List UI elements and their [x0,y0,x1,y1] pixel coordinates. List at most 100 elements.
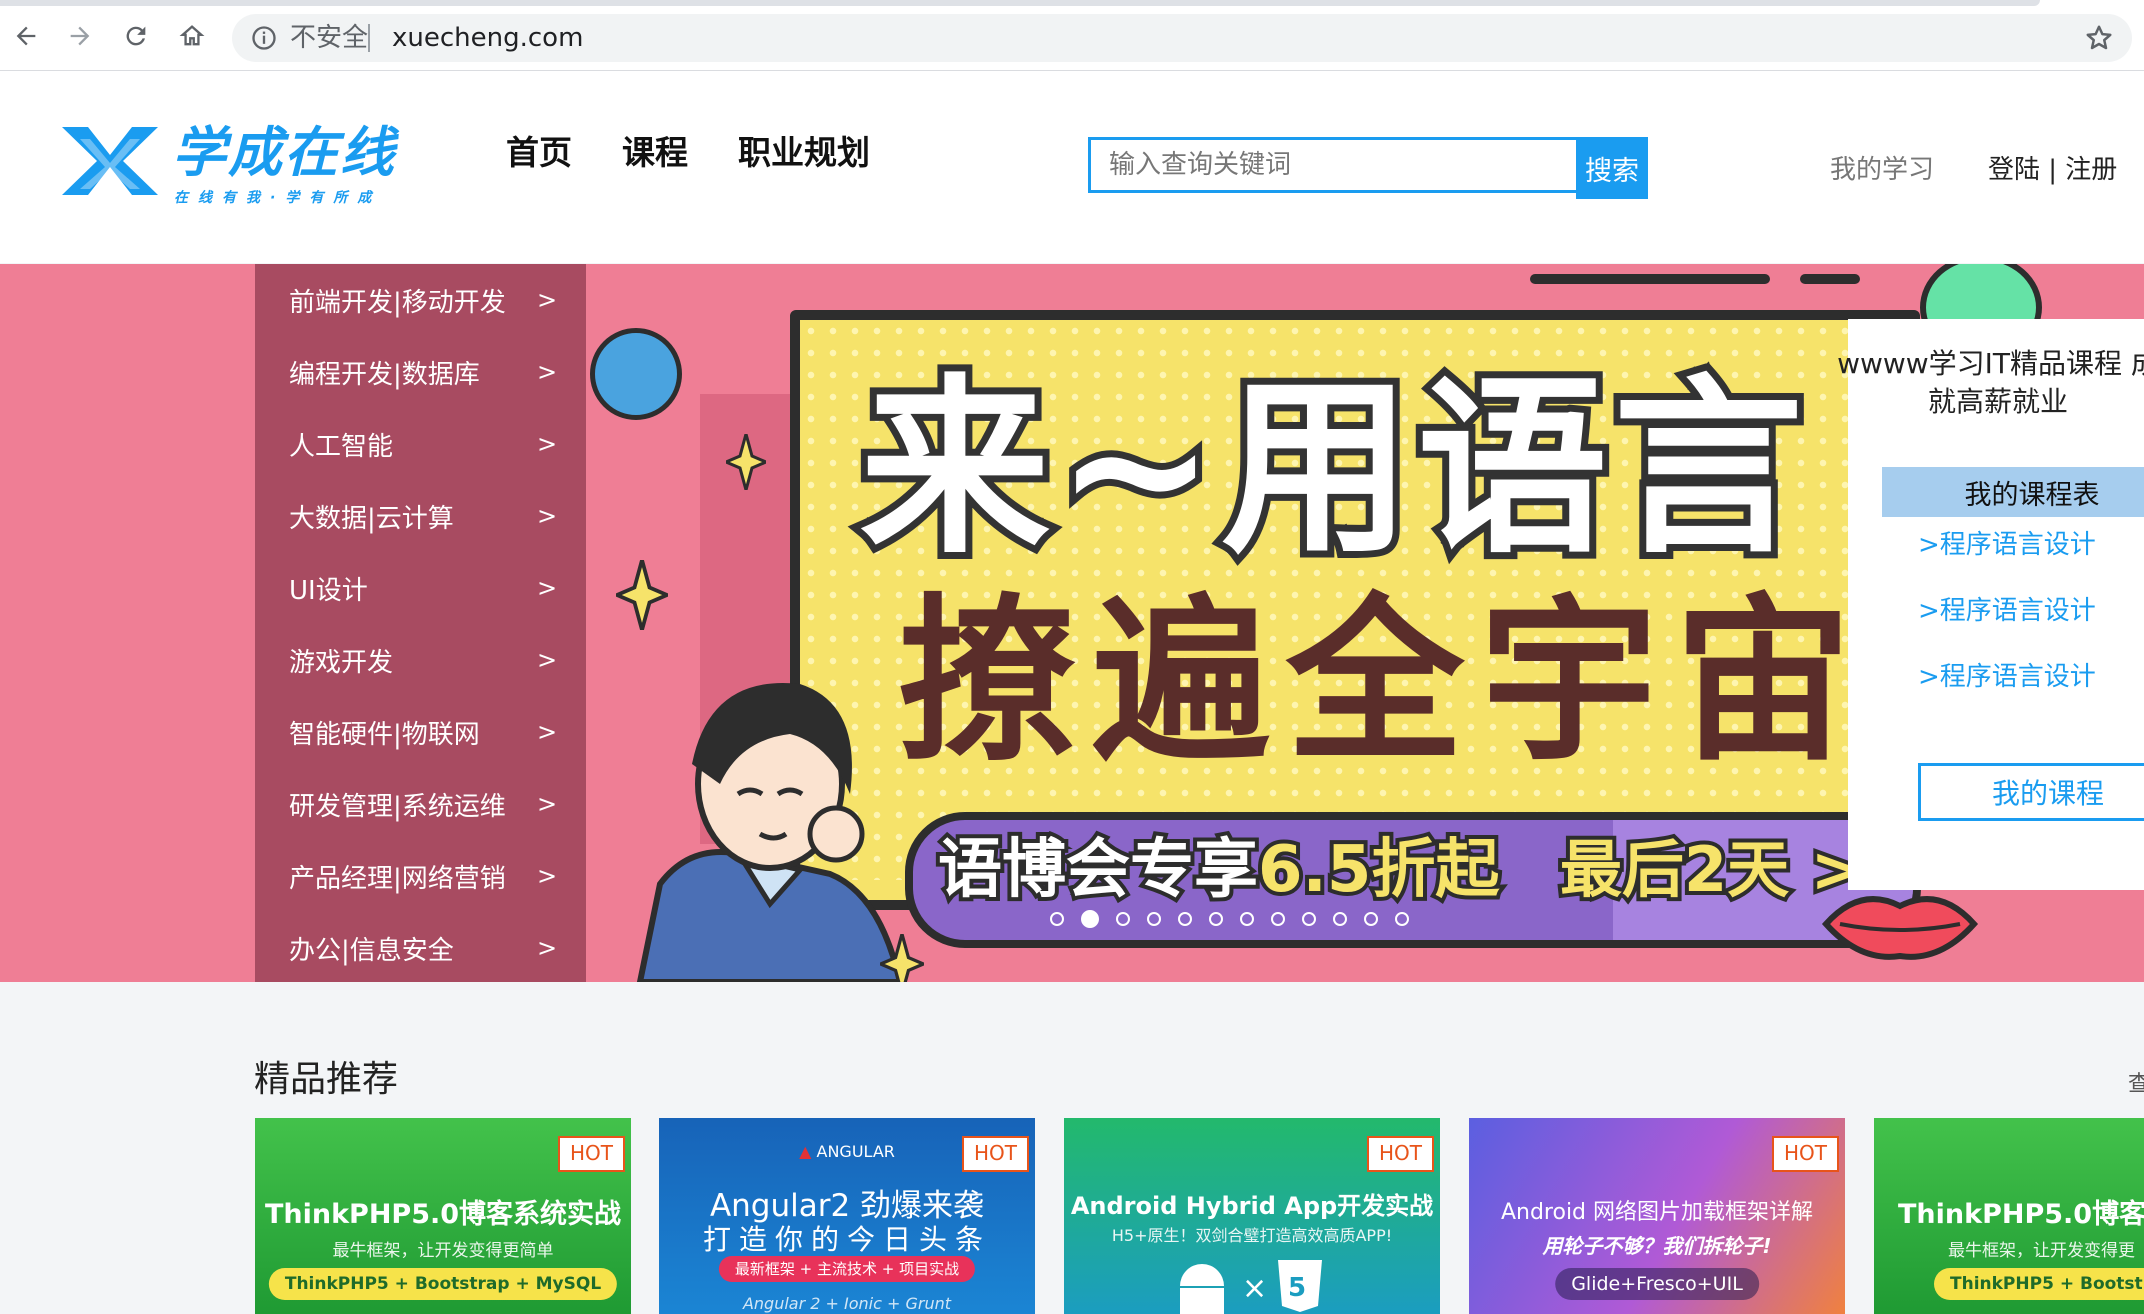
my-study-link[interactable]: 我的学习 [1830,149,1934,186]
course-card[interactable]: HOT Android Hybrid App开发实战 H5+原生！双剑合璧打造高… [1064,1118,1440,1314]
back-button[interactable] [8,18,44,54]
cartoon-character-illustration [636,683,904,982]
category-item[interactable]: 办公|信息安全 > [255,912,586,984]
carousel-dot[interactable] [1178,912,1192,926]
carousel-indicators [1050,910,1409,928]
view-more-link[interactable]: 查 [2128,1066,2144,1098]
user-side-card: wwww学习IT精品课程 成就高薪就业 我的课程表 >程序语言设计 >程序语言设… [1837,319,2144,890]
course-link[interactable]: >程序语言设计 [1918,525,2096,591]
carousel-dot[interactable] [1333,912,1347,926]
chevron-right-icon: > [537,574,558,602]
carousel-dot[interactable] [1209,912,1223,926]
address-bar[interactable]: 不安全 xuecheng.com [232,14,2132,62]
card-subtitle: H5+原生！双剑合璧打造高效高质APP! [1111,1226,1393,1245]
nav-home[interactable]: 首页 [506,133,572,173]
chevron-right-icon: > [537,646,558,674]
logo-title: 学成在线 [172,121,396,184]
hot-badge: HOT [1772,1136,1839,1172]
section-title: 精品推荐 [254,1059,399,1100]
carousel-dot[interactable] [1302,912,1316,926]
course-card[interactable]: HOT ThinkPHP5.0博客系统实战 最牛框架，让开发变得更简单 Thin… [255,1118,631,1314]
category-item[interactable]: UI设计 > [255,552,586,624]
angular-logo-icon: ▲ [799,1142,812,1161]
decor-bubble [590,328,682,420]
info-icon[interactable] [250,24,278,52]
nav-career[interactable]: 职业规划 [738,133,870,173]
carousel-dot[interactable] [1240,912,1254,926]
carousel-dot[interactable] [1050,912,1064,926]
card-brand: ▲ ANGULAR [659,1142,1035,1161]
login-register-link[interactable]: 登陆 | 注册 [1988,149,2117,186]
url-text[interactable]: xuecheng.com [392,22,583,54]
search-box [1088,137,1648,199]
chevron-right-icon: > [537,430,558,458]
carousel-dot[interactable] [1081,910,1099,928]
card-tech-pill: ThinkPHP5 + Bootstrap + M [1934,1268,2144,1300]
carousel-dot[interactable] [1147,912,1161,926]
card-tech-pill: ThinkPHP5 + Bootstrap + MySQL [268,1268,618,1300]
side-slogan: wwww学习IT精品课程 成就高薪就业 [1837,347,2144,418]
course-card[interactable]: ThinkPHP5.0博客系 最牛框架，让开发变得更 ThinkPHP5 + B… [1874,1118,2144,1314]
search-button[interactable]: 搜索 [1576,137,1648,199]
card-brand-label: ANGULAR [816,1142,895,1161]
carousel-dot[interactable] [1364,912,1378,926]
site-header: 学成在线 在线有我·学有所成 首页 课程 职业规划 我的学习 登陆 | 注册 [0,71,2144,263]
category-item[interactable]: 智能硬件|物联网 > [255,696,586,768]
security-label[interactable]: 不安全 [290,22,368,54]
category-item[interactable]: 研发管理|系统运维 > [255,768,586,840]
nav-courses[interactable]: 课程 [622,133,688,173]
card-subtitle: 最牛框架，让开发变得更 [1948,1241,2135,1261]
category-menu: 前端开发|移动开发 > 编程开发|数据库 > 人工智能 > 大数据|云计算 > UI设计… [255,264,586,982]
card-subtitle: 最牛框架，让开发变得更简单 [332,1241,554,1261]
category-label: 大数据|云计算 [289,503,454,534]
carousel-dot[interactable] [1395,912,1409,926]
card-title: Android 网络图片加载框架详解 [1500,1200,1814,1225]
category-label: 研发管理|系统运维 [289,791,506,822]
category-item[interactable]: 游戏开发 > [255,624,586,696]
home-icon [179,25,205,46]
course-card[interactable]: HOT ▲ ANGULAR Angular2 劲爆来袭 打造你的今日头条 最新框… [659,1118,1035,1314]
schedule-title: 我的课程表 [1882,467,2144,517]
category-item[interactable]: 编程开发|数据库 > [255,336,586,408]
course-link[interactable]: >程序语言设计 [1918,591,2096,657]
site-logo[interactable]: 学成在线 在线有我·学有所成 [56,121,406,213]
reload-icon [126,26,146,46]
category-item[interactable]: 人工智能 > [255,408,586,480]
banner-headline-1: 来~用语言 [853,357,1810,581]
hot-badge: HOT [558,1136,625,1172]
category-label: 编程开发|数据库 [289,359,480,390]
promo-text: 语博会专享6.5折起 [934,829,1503,911]
card-tech-pill: Glide+Fresco+UIL [1555,1268,1759,1300]
address-separator [368,24,370,52]
card-footer: Angular 2 + Ionic + Grunt [742,1294,952,1313]
logo-x-icon [62,127,158,195]
category-item[interactable]: 产品经理|网络营销 > [255,840,586,912]
chevron-right-icon: > [537,358,558,386]
tab-strip [0,0,2040,6]
category-item[interactable]: 前端开发|移动开发 > [255,264,586,336]
forward-button[interactable] [62,18,98,54]
category-label: 前端开发|移动开发 [289,287,506,318]
course-link[interactable]: >程序语言设计 [1918,657,2096,723]
bookmark-star-icon[interactable] [2084,23,2114,53]
main-nav: 首页 课程 职业规划 [506,133,870,173]
promo-cta[interactable]: 最后2天 > [1556,829,1867,910]
chevron-right-icon: > [537,502,558,530]
my-course-button[interactable]: 我的课程 [1918,763,2144,821]
carousel-dot[interactable] [1271,912,1285,926]
card-subtitle: 打造你的今日头条 [702,1223,991,1256]
search-input[interactable] [1088,137,1618,193]
forward-arrow-icon [70,26,90,46]
reload-button[interactable] [118,18,154,54]
card-title: Android Hybrid App开发实战 [1070,1192,1434,1220]
lips-illustration [1821,896,1979,960]
card-title: ThinkPHP5.0博客系统实战 [264,1199,622,1230]
decor-line [1800,274,1860,284]
course-card[interactable]: HOT Android 网络图片加载框架详解 用轮子不够？我们拆轮子! Glid… [1469,1118,1845,1314]
category-item[interactable]: 大数据|云计算 > [255,480,586,552]
category-label: 游戏开发 [289,647,394,678]
carousel-dot[interactable] [1116,912,1130,926]
category-label: 办公|信息安全 [289,935,454,966]
browser-toolbar: 不安全 xuecheng.com [0,0,2144,71]
home-button[interactable] [174,18,210,54]
